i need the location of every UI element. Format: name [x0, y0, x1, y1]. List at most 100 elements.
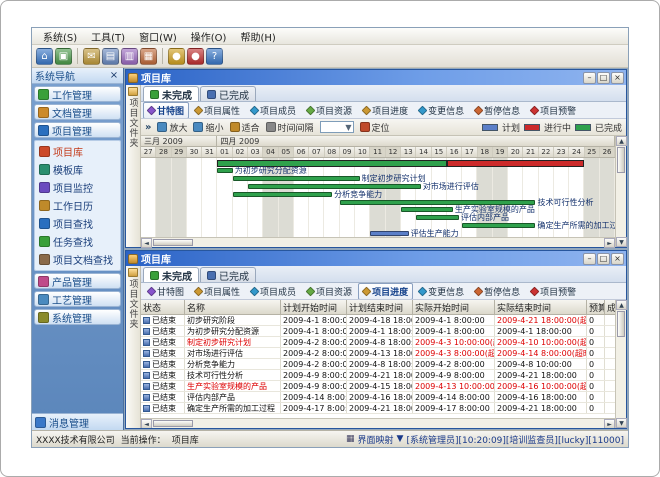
gantt-bar[interactable] — [447, 160, 585, 167]
horizontal-scrollbar[interactable]: ◄► — [141, 418, 615, 428]
detail-tab-progress[interactable]: 项目进度 — [358, 102, 413, 119]
detail-tab-changes[interactable]: 变更信息 — [414, 102, 469, 119]
vertical-scrollbar[interactable]: ▲▼ — [615, 136, 626, 247]
column-header-name[interactable]: 名称 — [185, 300, 281, 315]
scroll-right-icon[interactable]: ► — [604, 419, 615, 428]
zoom-in-button[interactable]: 放大 — [157, 121, 187, 134]
table-row[interactable]: 已结束分析竞争能力2009-4-2 8:00:002009-4-8 18:00:… — [141, 359, 615, 370]
column-header-status[interactable]: 状态 — [141, 300, 185, 315]
sidebar-footer-message[interactable]: 消息管理 — [32, 413, 123, 430]
monitor-icon[interactable]: ▣ — [55, 48, 72, 65]
calendar-icon[interactable]: ▦ — [140, 48, 157, 65]
maximize-button[interactable]: □ — [597, 72, 610, 84]
detail-tab-alerts[interactable]: 项目预警 — [526, 283, 581, 300]
sidebar-item-project-doc-search[interactable]: 项目文档查找 — [37, 252, 118, 267]
gantt-bar[interactable] — [217, 168, 232, 173]
table-row[interactable]: 已结束评估内部产品2009-4-14 8:00:002009-4-16 18:0… — [141, 392, 615, 403]
gantt-bar[interactable] — [370, 231, 408, 236]
menu-item-tools[interactable]: 工具(T) — [84, 29, 132, 44]
detail-tab-alerts[interactable]: 项目预警 — [526, 102, 581, 119]
table-row[interactable]: 已结束对市场进行评估2009-4-2 8:00:002009-4-13 18:0… — [141, 348, 615, 359]
sidebar-section-process-mgmt[interactable]: 工艺管理 — [34, 291, 121, 307]
detail-tab-gantt[interactable]: 甘特图 — [143, 102, 189, 119]
table-row[interactable]: 已结束技术可行性分析2009-4-9 8:00:002009-4-21 18:0… — [141, 370, 615, 381]
gantt-bar[interactable] — [462, 223, 535, 228]
sidebar-section-doc-mgmt[interactable]: 文档管理 — [34, 104, 121, 120]
chart-icon[interactable]: ▥ — [121, 48, 138, 65]
record-icon[interactable]: ● — [187, 48, 204, 65]
scroll-right-icon[interactable]: ► — [604, 238, 615, 248]
minimize-button[interactable]: – — [583, 253, 596, 265]
scroll-thumb[interactable] — [153, 239, 193, 246]
dropdown-arrow-icon[interactable]: ▼ — [397, 434, 404, 444]
column-header-plan-start[interactable]: 计划开始时间 — [281, 300, 347, 315]
scroll-left-icon[interactable]: ◄ — [141, 419, 152, 428]
sidebar-section-work-mgmt[interactable]: 工作管理 — [34, 86, 121, 102]
scroll-thumb[interactable] — [617, 147, 625, 173]
close-button[interactable]: × — [611, 253, 624, 265]
table-row[interactable]: 已结束生产实验室规模的产品2009-4-9 8:00:002009-4-15 1… — [141, 381, 615, 392]
gantt-bar[interactable] — [248, 184, 421, 189]
more-buttons-chevron[interactable]: » — [145, 122, 151, 133]
menu-item-window[interactable]: 窗口(W) — [132, 29, 184, 44]
table-row[interactable]: 已结束初步研究阶段2009-4-1 8:00:002009-4-18 18:00… — [141, 315, 615, 326]
time-interval-button[interactable]: 时间间隔 — [266, 121, 314, 134]
column-header-plan-end[interactable]: 计划结束时间 — [347, 300, 413, 315]
sidebar-item-project-monitor[interactable]: 项目监控 — [37, 180, 118, 195]
sidebar-section-project-mgmt[interactable]: 项目管理 — [34, 122, 121, 138]
document-icon[interactable]: ▤ — [102, 48, 119, 65]
detail-tab-members[interactable]: 项目成员 — [246, 283, 301, 300]
sidebar-item-template-library[interactable]: 模板库 — [37, 162, 118, 177]
view-tab-unfinished[interactable]: 未完成 — [143, 86, 199, 101]
view-tab-unfinished[interactable]: 未完成 — [143, 267, 199, 282]
detail-tab-resources[interactable]: 项目资源 — [302, 102, 357, 119]
sidebar-section-system-mgmt[interactable]: 系统管理 — [34, 309, 121, 325]
vertical-scrollbar[interactable]: ▲▼ — [615, 300, 626, 428]
gantt-bar[interactable] — [401, 207, 453, 212]
table-row[interactable]: 已结束制定初步研究计划2009-4-2 8:00:002009-4-8 18:0… — [141, 337, 615, 348]
folder-tab-strip[interactable]: 项目文件夹 — [126, 85, 141, 247]
interface-mapping-label[interactable]: 界面映射 — [358, 433, 394, 446]
menu-item-operation[interactable]: 操作(O) — [184, 29, 234, 44]
column-header-actual-end[interactable]: 实际结束时间 — [495, 300, 587, 315]
detail-tab-resources[interactable]: 项目资源 — [302, 283, 357, 300]
scroll-down-icon[interactable]: ▼ — [616, 418, 627, 428]
detail-tab-attributes[interactable]: 项目属性 — [190, 283, 245, 300]
scroll-left-icon[interactable]: ◄ — [141, 238, 152, 248]
detail-tab-pauses[interactable]: 暂停信息 — [470, 102, 525, 119]
folder-tab-strip[interactable]: 项目文件夹 — [126, 266, 141, 428]
gantt-bar[interactable] — [340, 200, 536, 205]
sidebar-close-icon[interactable]: × — [108, 70, 120, 81]
horizontal-scrollbar[interactable]: ◄► — [141, 237, 615, 247]
gantt-bar[interactable] — [416, 215, 459, 220]
scroll-up-icon[interactable]: ▲ — [616, 300, 627, 310]
table-row[interactable]: 已结束确定生产所需的加工过程2009-4-17 8:00:002009-4-21… — [141, 403, 615, 414]
view-tab-finished[interactable]: 已完成 — [200, 267, 256, 282]
column-header-actual-start[interactable]: 实际开始时间 — [413, 300, 495, 315]
detail-tab-gantt[interactable]: 甘特图 — [143, 283, 189, 300]
zoom-out-button[interactable]: 缩小 — [193, 121, 223, 134]
home-icon[interactable]: ⌂ — [36, 48, 53, 65]
minimize-button[interactable]: – — [583, 72, 596, 84]
scroll-thumb[interactable] — [617, 311, 625, 337]
column-header-cost[interactable]: 成 — [605, 300, 615, 315]
maximize-button[interactable]: □ — [597, 253, 610, 265]
gantt-bar[interactable] — [233, 176, 360, 181]
view-tab-finished[interactable]: 已完成 — [200, 86, 256, 101]
column-header-budget[interactable]: 预算 — [587, 300, 605, 315]
lock-icon[interactable]: ● — [168, 48, 185, 65]
scroll-down-icon[interactable]: ▼ — [616, 237, 627, 247]
sidebar-section-product-mgmt[interactable]: 产品管理 — [34, 273, 121, 289]
sidebar-item-project-search[interactable]: 项目查找 — [37, 216, 118, 231]
menu-item-system[interactable]: 系统(S) — [36, 29, 84, 44]
mail-icon[interactable]: ✉ — [83, 48, 100, 65]
menu-item-help[interactable]: 帮助(H) — [233, 29, 282, 44]
scroll-thumb[interactable] — [153, 420, 193, 427]
time-interval-dropdown[interactable]: ▼ — [320, 121, 354, 133]
sidebar-item-work-calendar[interactable]: 工作日历 — [37, 198, 118, 213]
fit-button[interactable]: 适合 — [230, 121, 260, 134]
help-icon[interactable]: ? — [206, 48, 223, 65]
scroll-up-icon[interactable]: ▲ — [616, 136, 627, 146]
sidebar-item-project-library[interactable]: 项目库 — [37, 144, 118, 159]
detail-tab-members[interactable]: 项目成员 — [246, 102, 301, 119]
